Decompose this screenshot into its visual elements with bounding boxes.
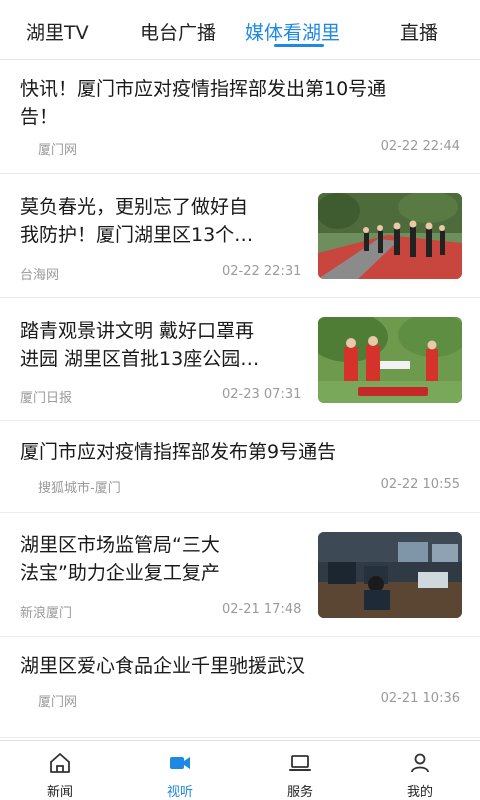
nav-label: 服务 xyxy=(286,785,313,800)
list-item[interactable]: 厦门市应对疫情指挥部发布第9号通告 搜狐城市-厦门 02-22 10:55 xyxy=(0,422,480,513)
nav-label: 我的 xyxy=(406,785,433,800)
news-title: 快讯！厦门市应对疫情指挥部发出第10号通 告！ xyxy=(20,78,387,128)
news-source: 厦门网 xyxy=(38,695,78,710)
news-thumbnail xyxy=(318,532,462,618)
nav-item-mine[interactable]: 我的 xyxy=(360,741,480,800)
nav-item-service[interactable]: 服务 xyxy=(240,741,360,800)
active-tab-indicator xyxy=(274,44,324,47)
news-title: 湖里区爱心食品企业千里驰援武汉 xyxy=(20,655,306,677)
news-title: 厦门市应对疫情指挥部发布第9号通告 xyxy=(20,441,337,463)
list-item[interactable]: 快讯！厦门市应对疫情指挥部发出第10号通 告！ 厦门网 02-22 22:44 xyxy=(0,61,480,174)
news-thumbnail xyxy=(318,193,462,279)
news-source: 台海网 xyxy=(20,268,60,283)
tab-live[interactable]: 直播 xyxy=(400,18,438,45)
news-title: 湖里区市场监管局“三大 法宝”助力企业复工复产 xyxy=(20,534,220,584)
video-icon xyxy=(168,751,192,775)
nav-item-news[interactable]: 新闻 xyxy=(0,741,120,800)
tab-huli-tv[interactable]: 湖里TV xyxy=(26,18,89,45)
news-time: 02-21 17:48 xyxy=(222,602,302,617)
news-title: 莫负春光，更别忘了做好自 我防护！厦门湖里区13个… xyxy=(20,196,254,246)
tab-media[interactable]: 媒体看湖里 xyxy=(245,18,340,45)
list-item[interactable]: 湖里区市场监管局“三大 法宝”助力企业复工复产 新浪厦门 02-21 17:48 xyxy=(0,514,480,637)
news-source: 厦门网 xyxy=(38,143,78,158)
news-source: 厦门日报 xyxy=(20,391,73,406)
tab-radio[interactable]: 电台广播 xyxy=(140,18,216,45)
news-source: 搜狐城市-厦门 xyxy=(38,481,121,496)
laptop-icon xyxy=(288,751,312,775)
nav-label: 视听 xyxy=(166,785,193,800)
list-item[interactable]: 莫负春光，更别忘了做好自 我防护！厦门湖里区13个… 台海网 02-22 22:… xyxy=(0,175,480,298)
news-time: 02-21 10:36 xyxy=(380,691,460,706)
nav-label: 新闻 xyxy=(46,785,73,800)
news-thumbnail xyxy=(318,317,462,403)
news-time: 02-22 22:44 xyxy=(380,139,460,154)
list-item[interactable]: 湖里区爱心食品企业千里驰援武汉 厦门网 02-21 10:36 xyxy=(0,638,480,738)
user-icon xyxy=(408,751,432,775)
list-item[interactable]: 踏青观景讲文明 戴好口罩再 进园 湖里区首批13座公园… 厦门日报 02-23 … xyxy=(0,299,480,421)
home-icon xyxy=(48,751,72,775)
news-title: 踏青观景讲文明 戴好口罩再 进园 湖里区首批13座公园… xyxy=(20,320,260,370)
top-tab-bar: 湖里TV 电台广播 媒体看湖里 直播 xyxy=(0,0,480,60)
news-time: 02-22 10:55 xyxy=(380,477,460,492)
news-time: 02-23 07:31 xyxy=(222,387,302,402)
news-source: 新浪厦门 xyxy=(20,606,73,621)
bottom-nav: 新闻 视听 服务 我的 xyxy=(0,740,480,800)
news-time: 02-22 22:31 xyxy=(222,264,302,279)
nav-item-video[interactable]: 视听 xyxy=(120,741,240,800)
